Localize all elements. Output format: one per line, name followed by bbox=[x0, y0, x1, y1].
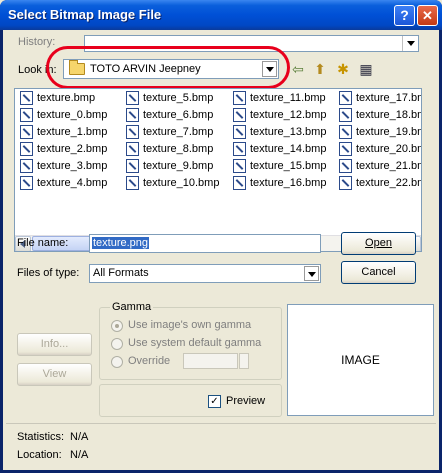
file-icon bbox=[339, 176, 352, 190]
close-button[interactable]: ✕ bbox=[417, 5, 438, 26]
file-name: texture_10.bmp bbox=[143, 177, 220, 189]
lookin-value: TOTO ARVIN Jeepney bbox=[90, 63, 201, 75]
filetype-label: Files of type: bbox=[17, 267, 80, 279]
file-name: texture_2.bmp bbox=[37, 143, 108, 155]
location-label: Location: bbox=[17, 449, 62, 461]
file-icon bbox=[20, 125, 33, 139]
file-name: texture_6.bmp bbox=[143, 109, 214, 121]
preview-label: Preview bbox=[226, 395, 266, 407]
open-button-label: Open bbox=[365, 237, 392, 249]
file-name: texture_5.bmp bbox=[143, 92, 214, 104]
gamma-group: Gamma Use image's own gamma Use system d… bbox=[99, 301, 282, 380]
file-name: texture_9.bmp bbox=[143, 160, 214, 172]
gamma-default-label: Use system default gamma bbox=[128, 337, 262, 349]
file-icon bbox=[339, 159, 352, 173]
filename-value: texture.png bbox=[92, 237, 150, 249]
location-value: N/A bbox=[70, 449, 89, 461]
preview-group: ✓ Preview bbox=[99, 384, 282, 417]
file-name: texture_22.bm bbox=[356, 177, 422, 189]
file-icon bbox=[20, 142, 33, 156]
file-icon bbox=[339, 91, 352, 105]
file-icon bbox=[20, 91, 33, 105]
chevron-down-icon[interactable] bbox=[262, 61, 277, 77]
gamma-default-radio[interactable] bbox=[111, 338, 123, 350]
file-icon bbox=[20, 176, 33, 190]
file-icon bbox=[233, 91, 246, 105]
file-name: texture_1.bmp bbox=[37, 126, 108, 138]
file-name: texture_11.bmp bbox=[250, 92, 326, 104]
filetype-combo[interactable]: All Formats bbox=[89, 264, 321, 283]
gamma-override-radio[interactable] bbox=[111, 356, 123, 368]
gamma-override-input[interactable] bbox=[183, 353, 238, 369]
file-icon bbox=[126, 91, 139, 105]
history-label: History: bbox=[18, 36, 56, 48]
folder-icon bbox=[69, 60, 85, 75]
file-icon bbox=[126, 159, 139, 173]
file-icon bbox=[126, 125, 139, 139]
gamma-title: Gamma bbox=[110, 301, 154, 313]
file-name: texture_17.bm bbox=[356, 92, 422, 104]
chevron-down-icon[interactable] bbox=[304, 266, 319, 281]
statistics-value: N/A bbox=[70, 431, 89, 443]
file-icon bbox=[233, 176, 246, 190]
file-name: texture_3.bmp bbox=[37, 160, 108, 172]
file-icon bbox=[126, 176, 139, 190]
filename-label: File name: bbox=[17, 237, 69, 249]
file-name: texture_14.bmp bbox=[250, 143, 327, 155]
dialog-client: History: Look in: TOTO ARVIN Jeepney ⇦ ⬆… bbox=[3, 30, 439, 470]
file-icon bbox=[233, 159, 246, 173]
window-title: Select Bitmap Image File bbox=[8, 7, 162, 22]
preview-checkbox[interactable]: ✓ bbox=[208, 395, 221, 408]
filename-input[interactable]: texture.png bbox=[89, 234, 321, 253]
title-bar[interactable]: Select Bitmap Image File ? ✕ bbox=[0, 0, 442, 30]
file-icon bbox=[20, 159, 33, 173]
info-button[interactable]: Info... bbox=[17, 333, 92, 356]
file-name: texture_12.bmp bbox=[250, 109, 327, 121]
file-name: texture_16.bmp bbox=[250, 177, 327, 189]
dialog-window: Select Bitmap Image File ? ✕ History: Lo… bbox=[0, 0, 442, 473]
file-list[interactable]: texture.bmp texture_0.bmp texture_1.bmp … bbox=[14, 88, 422, 252]
image-preview: IMAGE bbox=[287, 304, 434, 416]
file-name: texture_4.bmp bbox=[37, 177, 108, 189]
statistics-label: Statistics: bbox=[17, 431, 65, 443]
file-icon bbox=[233, 125, 246, 139]
cancel-button[interactable]: Cancel bbox=[341, 261, 416, 284]
chevron-down-icon[interactable] bbox=[402, 36, 418, 51]
file-icon bbox=[339, 125, 352, 139]
open-button[interactable]: Open bbox=[341, 232, 416, 255]
new-folder-icon[interactable]: ✱ bbox=[334, 60, 352, 78]
status-area: Statistics: N/A Location: N/A bbox=[6, 423, 436, 468]
file-icon bbox=[233, 108, 246, 122]
view-button[interactable]: View bbox=[17, 363, 92, 386]
history-combo[interactable] bbox=[84, 35, 419, 52]
file-name: texture_13.bmp bbox=[250, 126, 327, 138]
file-name: texture_21.bm bbox=[356, 160, 422, 172]
view-menu-icon[interactable]: ▦ bbox=[357, 60, 375, 78]
back-icon[interactable]: ⇦ bbox=[289, 60, 307, 78]
lookin-combo[interactable]: TOTO ARVIN Jeepney bbox=[63, 59, 279, 79]
lookin-label: Look in: bbox=[18, 64, 57, 76]
file-name: texture_15.bmp bbox=[250, 160, 327, 172]
file-icon bbox=[20, 108, 33, 122]
file-icon bbox=[233, 142, 246, 156]
file-name: texture_7.bmp bbox=[143, 126, 214, 138]
file-name: texture_20.bm bbox=[356, 143, 422, 155]
file-name: texture_0.bmp bbox=[37, 109, 108, 121]
file-name: texture_8.bmp bbox=[143, 143, 214, 155]
file-icon bbox=[126, 142, 139, 156]
help-button[interactable]: ? bbox=[394, 5, 415, 26]
file-name: texture_19.bm bbox=[356, 126, 422, 138]
file-name: texture_18.bm bbox=[356, 109, 422, 121]
gamma-spinner[interactable] bbox=[239, 353, 249, 369]
filetype-value: All Formats bbox=[93, 267, 149, 279]
up-folder-icon[interactable]: ⬆ bbox=[311, 60, 329, 78]
gamma-own-label: Use image's own gamma bbox=[128, 319, 252, 331]
file-icon bbox=[126, 108, 139, 122]
gamma-own-radio[interactable] bbox=[111, 320, 123, 332]
file-icon bbox=[339, 108, 352, 122]
gamma-override-label: Override bbox=[128, 355, 171, 367]
file-name: texture.bmp bbox=[37, 92, 96, 104]
file-icon bbox=[339, 142, 352, 156]
